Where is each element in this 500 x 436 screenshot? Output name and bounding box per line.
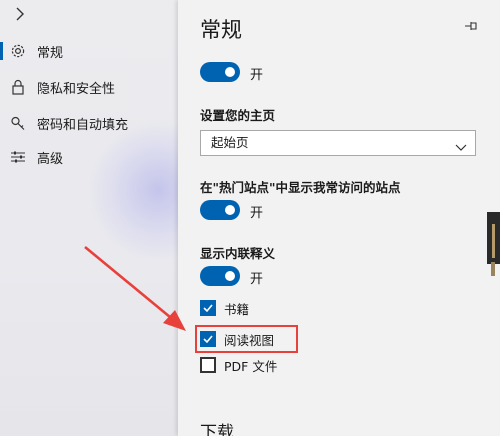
toggle-switch-1[interactable]	[200, 62, 240, 82]
checkbox-empty-icon	[200, 357, 216, 373]
nav-item-label: 常规	[37, 45, 64, 61]
highlight-box	[195, 325, 298, 353]
nav-item-label: 高级	[37, 151, 64, 167]
toggle-label: 开	[250, 68, 264, 83]
settings-nav: 常规 隐私和安全性 密码和自动填充 高级	[0, 0, 178, 436]
toggle-label: 开	[250, 272, 264, 287]
selection-indicator	[0, 42, 3, 60]
key-icon	[9, 114, 27, 132]
nav-item-advanced[interactable]: 高级	[0, 140, 178, 174]
checkmark-icon	[200, 300, 216, 316]
sliders-icon	[9, 148, 27, 166]
homepage-select[interactable]: 起始页	[200, 130, 476, 156]
checkbox-label: PDF 文件	[224, 358, 278, 374]
homepage-label: 设置您的主页	[200, 108, 276, 123]
nav-item-passwords[interactable]: 密码和自动填充	[0, 106, 178, 140]
pin-icon[interactable]	[464, 18, 478, 32]
chevron-right-icon[interactable]	[10, 6, 30, 26]
gear-icon	[9, 42, 27, 60]
nav-item-label: 隐私和安全性	[37, 81, 116, 97]
toggle-switch-2[interactable]	[200, 200, 240, 220]
checkbox-pdf[interactable]: PDF 文件	[200, 355, 277, 375]
settings-window: 常规 隐私和安全性 密码和自动填充 高级 常规 开 设置您的主页 起始页 在"热…	[0, 0, 500, 436]
lock-icon	[9, 78, 27, 96]
nav-item-label: 密码和自动填充	[37, 117, 129, 133]
toggle-switch-3[interactable]	[200, 266, 240, 286]
inline-definition-label: 显示内联释义	[200, 246, 276, 261]
chevron-down-icon	[455, 137, 467, 151]
checkbox-label: 书籍	[224, 301, 250, 317]
scrollbar-thumb[interactable]	[487, 212, 500, 264]
page-title: 常规	[200, 18, 242, 42]
settings-pane: 常规 开 设置您的主页 起始页 在"热门站点"中显示我常访问的站点 开 显示内联…	[178, 0, 500, 436]
select-value: 起始页	[211, 135, 249, 150]
topsites-label: 在"热门站点"中显示我常访问的站点	[200, 180, 401, 195]
nav-item-general[interactable]: 常规	[0, 34, 178, 68]
checkbox-books[interactable]: 书籍	[200, 298, 249, 318]
scrollbar-tail	[491, 262, 495, 276]
nav-item-privacy[interactable]: 隐私和安全性	[0, 70, 178, 104]
section-title-download: 下载	[200, 423, 234, 436]
toggle-label: 开	[250, 206, 264, 221]
